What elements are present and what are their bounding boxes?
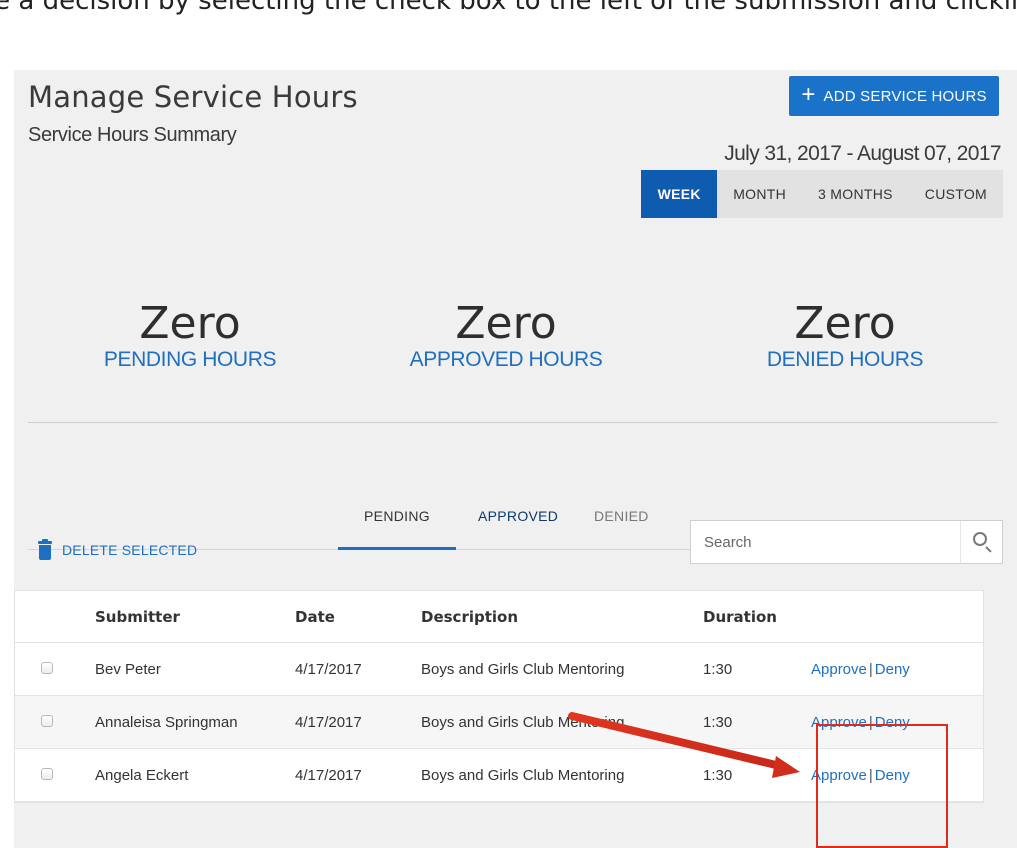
column-header-description: Description — [421, 607, 519, 626]
search-input[interactable]: Search — [690, 520, 1003, 564]
approved-hours-value: Zero — [455, 298, 557, 349]
row-checkbox[interactable] — [41, 767, 53, 780]
tab-pending[interactable]: PENDING — [338, 508, 456, 550]
action-separator: | — [868, 766, 873, 784]
tab-month[interactable]: MONTH — [717, 170, 802, 218]
submitter-cell: Angela Eckert — [95, 766, 189, 784]
approve-link[interactable]: Approve — [811, 767, 867, 784]
table-row: Angela Eckert 4/17/2017 Boys and Girls C… — [15, 749, 983, 802]
table-row: Annaleisa Springman 4/17/2017 Boys and G… — [15, 696, 983, 749]
date-cell: 4/17/2017 — [295, 660, 362, 678]
submitter-cell: Bev Peter — [95, 660, 161, 678]
search-icon[interactable] — [960, 521, 1002, 563]
pending-hours-value: Zero — [139, 298, 241, 349]
actions-cell: Approve | Deny — [811, 714, 981, 731]
submitter-cell: Annaleisa Springman — [95, 713, 238, 731]
delete-selected-label: DELETE SELECTED — [62, 542, 198, 558]
caption-text: ke a decision by selecting the check box… — [0, 0, 1017, 16]
pending-hours-label: PENDING HOURS — [103, 348, 277, 371]
tab-denied[interactable]: DENIED — [594, 508, 649, 524]
approve-link[interactable]: Approve — [811, 714, 867, 731]
stat-denied: Zero DENIED HOURS — [695, 302, 995, 372]
summary-divider — [28, 422, 998, 423]
description-cell: Boys and Girls Club Mentoring — [421, 713, 625, 731]
tab-3-months[interactable]: 3 MONTHS — [802, 170, 909, 218]
stat-pending: Zero PENDING HOURS — [40, 302, 340, 372]
column-header-submitter: Submitter — [95, 607, 180, 626]
description-cell: Boys and Girls Club Mentoring — [421, 660, 625, 678]
tab-week[interactable]: WEEK — [641, 170, 718, 218]
row-checkbox[interactable] — [41, 661, 53, 674]
duration-cell: 1:30 — [703, 713, 733, 731]
duration-cell: 1:30 — [703, 766, 733, 784]
description-cell: Boys and Girls Club Mentoring — [421, 766, 625, 784]
tab-approved[interactable]: APPROVED — [478, 508, 558, 524]
denied-hours-value: Zero — [794, 298, 896, 349]
deny-link[interactable]: Deny — [875, 767, 910, 784]
duration-cell: 1:30 — [703, 660, 733, 678]
denied-hours-label: DENIED HOURS — [766, 348, 924, 371]
column-header-date: Date — [295, 607, 335, 626]
service-hours-table: Submitter Date Description Duration Bev … — [14, 590, 984, 803]
actions-cell: Approve | Deny — [811, 767, 981, 784]
actions-cell: Approve | Deny — [811, 661, 981, 678]
page-title: Manage Service Hours — [28, 80, 358, 114]
table-row: Bev Peter 4/17/2017 Boys and Girls Club … — [15, 643, 983, 696]
deny-link[interactable]: Deny — [875, 714, 910, 731]
instruction-caption: ke a decision by selecting the check box… — [0, 0, 1017, 46]
column-header-duration: Duration — [703, 607, 777, 626]
date-cell: 4/17/2017 — [295, 766, 362, 784]
add-service-hours-label: ADD SERVICE HOURS — [823, 87, 987, 105]
date-cell: 4/17/2017 — [295, 713, 362, 731]
deny-link[interactable]: Deny — [875, 661, 910, 678]
tab-custom[interactable]: CUSTOM — [909, 170, 1003, 218]
approve-link[interactable]: Approve — [811, 661, 867, 678]
delete-selected-button[interactable]: DELETE SELECTED — [38, 539, 198, 560]
range-tabs: WEEK MONTH 3 MONTHS CUSTOM — [641, 170, 1003, 218]
plus-icon: + — [801, 81, 816, 108]
search-placeholder: Search — [704, 533, 752, 551]
action-separator: | — [868, 660, 873, 678]
table-header: Submitter Date Description Duration — [15, 591, 983, 643]
trash-icon — [38, 539, 52, 560]
add-service-hours-button[interactable]: + ADD SERVICE HOURS — [789, 76, 999, 116]
summary-heading: Service Hours Summary — [28, 124, 237, 146]
date-range: July 31, 2017 - August 07, 2017 — [724, 142, 1001, 165]
stat-approved: Zero APPROVED HOURS — [356, 302, 656, 372]
action-separator: | — [868, 713, 873, 731]
row-checkbox[interactable] — [41, 714, 53, 727]
approved-hours-label: APPROVED HOURS — [409, 348, 603, 371]
